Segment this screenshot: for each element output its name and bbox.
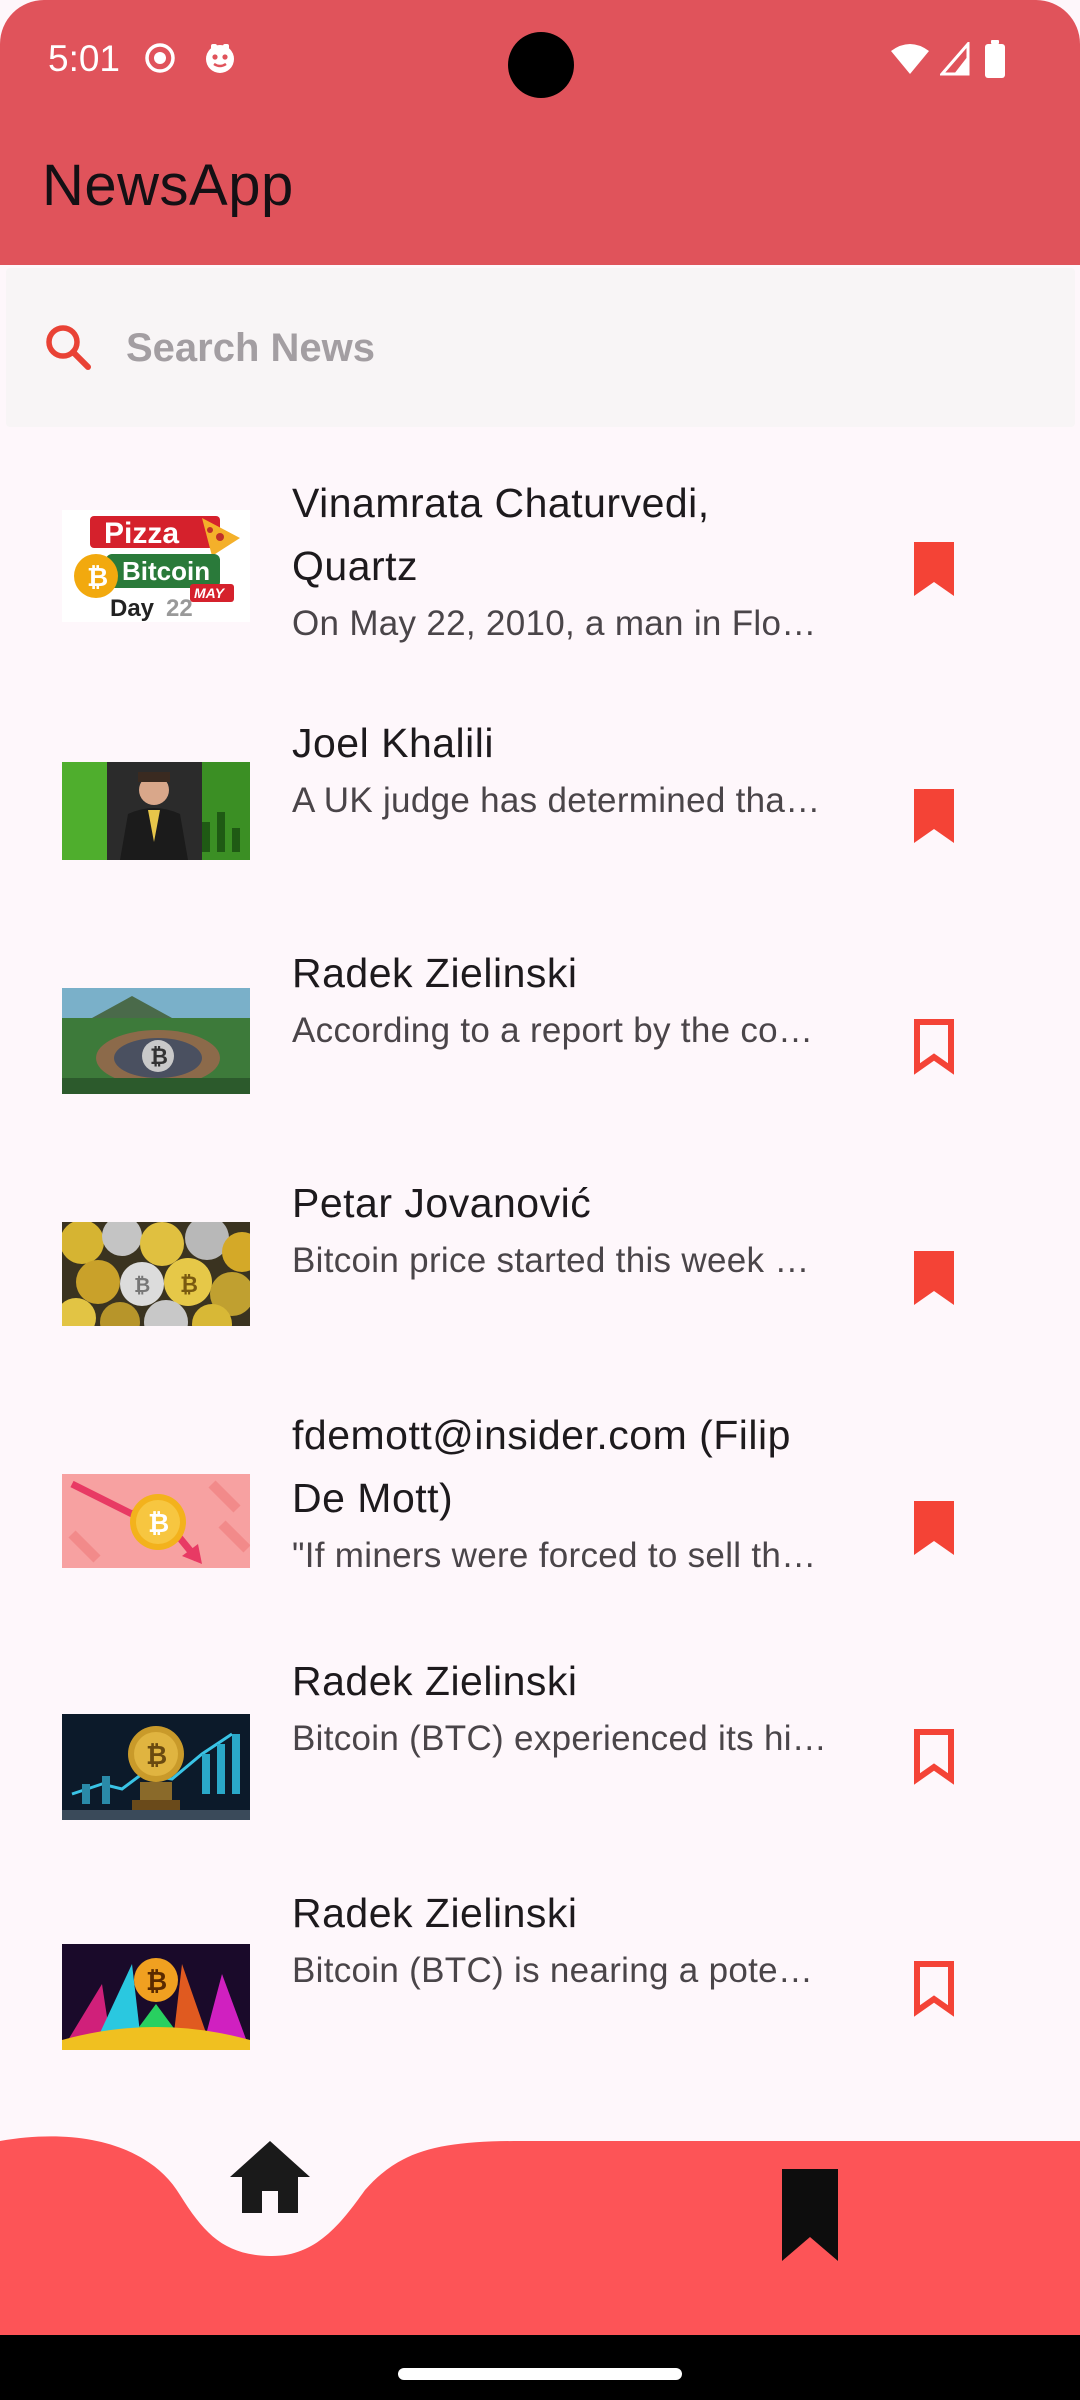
screen: 5:01 NewsApp Search News Pizza Bitcoin ₿… bbox=[0, 0, 1080, 2400]
article-thumbnail bbox=[62, 762, 250, 860]
bottom-nav-background bbox=[0, 2136, 1080, 2335]
svg-text:₿: ₿ bbox=[150, 1044, 168, 1069]
home-icon[interactable] bbox=[222, 2131, 318, 2227]
search-bar[interactable] bbox=[6, 268, 1075, 427]
svg-text:MAY: MAY bbox=[194, 585, 226, 601]
camera-cutout bbox=[508, 32, 574, 98]
search-icon bbox=[40, 320, 96, 376]
screen-record-icon bbox=[142, 40, 178, 76]
article-author: fdemott@insider.com (Filip De Mott) bbox=[292, 1412, 791, 1521]
news-item[interactable]: ₿ fdemott@insider.com (Filip De Mott) "I… bbox=[0, 1362, 1080, 1608]
battery-icon bbox=[984, 40, 1006, 78]
article-description: Bitcoin price started this week with a s… bbox=[292, 1241, 827, 1280]
article-text: fdemott@insider.com (Filip De Mott) "If … bbox=[292, 1404, 832, 1582]
article-author: Petar Jovanović bbox=[292, 1180, 592, 1226]
news-item[interactable]: ₿ Radek Zielinski According to a report … bbox=[0, 900, 1080, 1130]
news-item[interactable]: ₿ Radek Zielinski Bitcoin (BTC) experien… bbox=[0, 1608, 1080, 1840]
search-input[interactable] bbox=[126, 318, 1026, 378]
svg-text:₿: ₿ bbox=[146, 1740, 167, 1770]
news-item[interactable]: ₿ ₿ Petar Jovanović Bitcoin price starte… bbox=[0, 1130, 1080, 1362]
article-text: Vinamrata Chaturvedi, Quartz On May 22, … bbox=[292, 472, 832, 650]
bottom-navigation bbox=[0, 2095, 1080, 2335]
article-description: A UK judge has determined that Craig Wri… bbox=[292, 781, 827, 820]
app-title: NewsApp bbox=[42, 153, 294, 218]
svg-text:22: 22 bbox=[166, 595, 193, 622]
article-description: Bitcoin (BTC) experienced its highest we… bbox=[292, 1719, 827, 1758]
svg-text:Bitcoin: Bitcoin bbox=[122, 556, 210, 586]
article-description: "If miners were forced to sell their bit… bbox=[292, 1536, 827, 1575]
svg-text:₿: ₿ bbox=[87, 562, 108, 592]
article-description: Bitcoin (BTC) is nearing a potential bre… bbox=[292, 1951, 827, 1990]
svg-text:Day: Day bbox=[110, 595, 155, 622]
news-item[interactable]: ₿ Radek Zielinski Bitcoin (BTC) is neari… bbox=[0, 1840, 1080, 2072]
article-author: Radek Zielinski bbox=[292, 1658, 578, 1704]
bookmark-filled-icon[interactable] bbox=[910, 787, 958, 845]
news-item[interactable]: Joel Khalili A UK judge has determined t… bbox=[0, 670, 1080, 900]
article-author: Joel Khalili bbox=[292, 720, 494, 766]
home-gesture-handle[interactable] bbox=[398, 2368, 682, 2380]
article-description: According to a report by the country's g… bbox=[292, 1011, 827, 1050]
bookmark-filled-icon[interactable] bbox=[910, 1499, 958, 1557]
news-item[interactable]: Pizza Bitcoin ₿ MAY Day 22 Vinamrata Cha… bbox=[0, 430, 1080, 670]
svg-text:₿: ₿ bbox=[180, 1272, 198, 1297]
article-thumbnail: ₿ bbox=[62, 988, 250, 1094]
bookmark-outline-icon[interactable] bbox=[910, 1017, 958, 1075]
status-bar: 5:01 bbox=[0, 0, 1080, 120]
article-thumbnail: Pizza Bitcoin ₿ MAY Day 22 bbox=[62, 510, 250, 622]
article-author: Radek Zielinski bbox=[292, 950, 578, 996]
article-text: Radek Zielinski Bitcoin (BTC) is nearing… bbox=[292, 1882, 832, 1997]
svg-text:₿: ₿ bbox=[146, 1966, 167, 1996]
article-text: Petar Jovanović Bitcoin price started th… bbox=[292, 1172, 832, 1287]
wifi-icon bbox=[890, 42, 930, 76]
article-text: Radek Zielinski According to a report by… bbox=[292, 942, 832, 1057]
bookmark-outline-icon[interactable] bbox=[910, 1959, 958, 2017]
article-author: Radek Zielinski bbox=[292, 1890, 578, 1936]
bookmark-filled-icon[interactable] bbox=[910, 1249, 958, 1307]
signal-icon bbox=[938, 39, 970, 76]
svg-text:₿: ₿ bbox=[134, 1275, 150, 1297]
bookmark-filled-icon[interactable] bbox=[910, 540, 958, 598]
gesture-bar bbox=[0, 2335, 1080, 2400]
article-thumbnail: ₿ ₿ bbox=[62, 1222, 250, 1326]
article-text: Radek Zielinski Bitcoin (BTC) experience… bbox=[292, 1650, 832, 1765]
bookmark-icon[interactable] bbox=[770, 2165, 850, 2265]
svg-text:Pizza: Pizza bbox=[104, 517, 179, 550]
app-bar: 5:01 NewsApp bbox=[0, 0, 1080, 265]
article-author: Vinamrata Chaturvedi, Quartz bbox=[292, 480, 710, 589]
svg-text:₿: ₿ bbox=[148, 1508, 169, 1538]
article-thumbnail: ₿ bbox=[62, 1714, 250, 1820]
article-thumbnail: ₿ bbox=[62, 1474, 250, 1568]
news-list[interactable]: Pizza Bitcoin ₿ MAY Day 22 Vinamrata Cha… bbox=[0, 430, 1080, 2140]
bookmark-outline-icon[interactable] bbox=[910, 1727, 958, 1785]
status-time: 5:01 bbox=[48, 38, 121, 79]
article-text: Joel Khalili A UK judge has determined t… bbox=[292, 712, 832, 827]
article-description: On May 22, 2010, a man in Florida paid 1… bbox=[292, 604, 827, 643]
article-thumbnail: ₿ bbox=[62, 1944, 250, 2050]
app-notification-icon bbox=[202, 40, 238, 76]
